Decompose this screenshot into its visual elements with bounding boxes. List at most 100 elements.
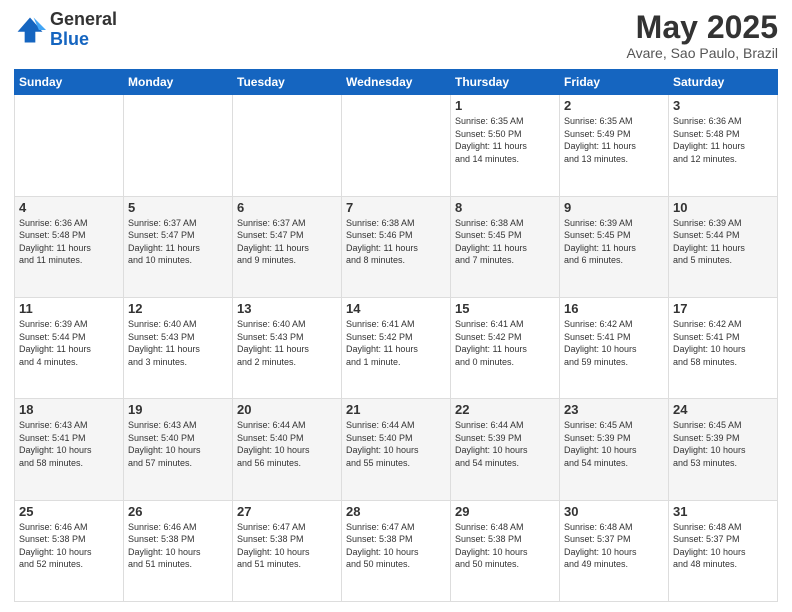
logo-icon <box>14 14 46 46</box>
calendar-day-cell: 24 Sunrise: 6:45 AM Sunset: 5:39 PM Dayli… <box>669 399 778 500</box>
calendar-day-cell: 8Sunrise: 6:38 AM Sunset: 5:45 PM Daylig… <box>451 196 560 297</box>
calendar-day-cell <box>342 95 451 196</box>
calendar-day-cell: 9 Sunrise: 6:39 AM Sunset: 5:45 PM Daylig… <box>560 196 669 297</box>
day-number: 8 <box>455 200 555 215</box>
day-info: Sunrise: 6:36 AM Sunset: 5:48 PM Dayligh… <box>19 217 119 267</box>
day-info: Sunrise: 6:44 AM Sunset: 5:40 PM Dayligh… <box>346 419 446 469</box>
day-info: Sunrise: 6:39 AM Sunset: 5:44 PM Dayligh… <box>19 318 119 368</box>
logo-line1: General <box>50 9 117 29</box>
day-number: 16 <box>564 301 664 316</box>
calendar-day-cell <box>233 95 342 196</box>
day-info: Sunrise: 6:48 AM Sunset: 5:37 PM Dayligh… <box>564 521 664 571</box>
logo-text: General Blue <box>50 10 117 50</box>
day-number: 2 <box>564 98 664 113</box>
calendar-day-cell: 5 Sunrise: 6:37 AM Sunset: 5:47 PM Daylig… <box>124 196 233 297</box>
calendar-day-cell: 7 Sunrise: 6:38 AM Sunset: 5:46 PM Daylig… <box>342 196 451 297</box>
day-number: 6 <box>237 200 337 215</box>
calendar-day-cell: 4 Sunrise: 6:36 AM Sunset: 5:48 PM Daylig… <box>15 196 124 297</box>
day-number: 24 <box>673 402 773 417</box>
logo: General Blue <box>14 10 117 50</box>
day-number: 9 <box>564 200 664 215</box>
calendar-subtitle: Avare, Sao Paulo, Brazil <box>627 45 779 61</box>
calendar-day-cell: 15Sunrise: 6:41 AM Sunset: 5:42 PM Dayli… <box>451 297 560 398</box>
day-info: Sunrise: 6:40 AM Sunset: 5:43 PM Dayligh… <box>128 318 228 368</box>
calendar-week-row: 1 Sunrise: 6:35 AM Sunset: 5:50 PM Daylig… <box>15 95 778 196</box>
calendar-day-cell: 12Sunrise: 6:40 AM Sunset: 5:43 PM Dayli… <box>124 297 233 398</box>
day-header: Tuesday <box>233 70 342 95</box>
day-info: Sunrise: 6:48 AM Sunset: 5:38 PM Dayligh… <box>455 521 555 571</box>
calendar-day-cell: 27 Sunrise: 6:47 AM Sunset: 5:38 PM Dayli… <box>233 500 342 601</box>
day-header: Monday <box>124 70 233 95</box>
day-number: 15 <box>455 301 555 316</box>
calendar-day-cell: 22Sunrise: 6:44 AM Sunset: 5:39 PM Dayli… <box>451 399 560 500</box>
day-header: Friday <box>560 70 669 95</box>
day-number: 29 <box>455 504 555 519</box>
day-number: 3 <box>673 98 773 113</box>
day-info: Sunrise: 6:45 AM Sunset: 5:39 PM Dayligh… <box>673 419 773 469</box>
day-number: 26 <box>128 504 228 519</box>
day-info: Sunrise: 6:39 AM Sunset: 5:44 PM Dayligh… <box>673 217 773 267</box>
day-header: Sunday <box>15 70 124 95</box>
calendar-day-cell: 17Sunrise: 6:42 AM Sunset: 5:41 PM Dayli… <box>669 297 778 398</box>
calendar-table: SundayMondayTuesdayWednesdayThursdayFrid… <box>14 69 778 602</box>
day-number: 14 <box>346 301 446 316</box>
calendar-day-cell: 23 Sunrise: 6:45 AM Sunset: 5:39 PM Dayli… <box>560 399 669 500</box>
day-number: 1 <box>455 98 555 113</box>
logo-line2: Blue <box>50 29 89 49</box>
calendar-day-cell: 3 Sunrise: 6:36 AM Sunset: 5:48 PM Daylig… <box>669 95 778 196</box>
calendar-day-cell: 28 Sunrise: 6:47 AM Sunset: 5:38 PM Dayli… <box>342 500 451 601</box>
calendar-day-cell: 26Sunrise: 6:46 AM Sunset: 5:38 PM Dayli… <box>124 500 233 601</box>
day-info: Sunrise: 6:42 AM Sunset: 5:41 PM Dayligh… <box>564 318 664 368</box>
calendar-title: May 2025 <box>627 10 779 45</box>
calendar-day-cell: 6Sunrise: 6:37 AM Sunset: 5:47 PM Daylig… <box>233 196 342 297</box>
day-info: Sunrise: 6:47 AM Sunset: 5:38 PM Dayligh… <box>346 521 446 571</box>
day-number: 27 <box>237 504 337 519</box>
day-info: Sunrise: 6:47 AM Sunset: 5:38 PM Dayligh… <box>237 521 337 571</box>
day-number: 30 <box>564 504 664 519</box>
day-info: Sunrise: 6:36 AM Sunset: 5:48 PM Dayligh… <box>673 115 773 165</box>
day-number: 18 <box>19 402 119 417</box>
day-info: Sunrise: 6:44 AM Sunset: 5:39 PM Dayligh… <box>455 419 555 469</box>
day-number: 21 <box>346 402 446 417</box>
calendar-week-row: 4 Sunrise: 6:36 AM Sunset: 5:48 PM Daylig… <box>15 196 778 297</box>
day-number: 11 <box>19 301 119 316</box>
calendar-day-cell: 14 Sunrise: 6:41 AM Sunset: 5:42 PM Dayli… <box>342 297 451 398</box>
calendar-day-cell: 10 Sunrise: 6:39 AM Sunset: 5:44 PM Dayli… <box>669 196 778 297</box>
header: General Blue May 2025 Avare, Sao Paulo, … <box>14 10 778 61</box>
calendar-day-cell: 18 Sunrise: 6:43 AM Sunset: 5:41 PM Dayli… <box>15 399 124 500</box>
title-block: May 2025 Avare, Sao Paulo, Brazil <box>627 10 779 61</box>
day-number: 5 <box>128 200 228 215</box>
calendar-day-cell: 25 Sunrise: 6:46 AM Sunset: 5:38 PM Dayli… <box>15 500 124 601</box>
day-number: 13 <box>237 301 337 316</box>
day-info: Sunrise: 6:41 AM Sunset: 5:42 PM Dayligh… <box>346 318 446 368</box>
calendar-day-cell: 19Sunrise: 6:43 AM Sunset: 5:40 PM Dayli… <box>124 399 233 500</box>
calendar-day-cell <box>15 95 124 196</box>
calendar-week-row: 25 Sunrise: 6:46 AM Sunset: 5:38 PM Dayli… <box>15 500 778 601</box>
day-number: 25 <box>19 504 119 519</box>
calendar-day-cell: 11 Sunrise: 6:39 AM Sunset: 5:44 PM Dayli… <box>15 297 124 398</box>
day-info: Sunrise: 6:45 AM Sunset: 5:39 PM Dayligh… <box>564 419 664 469</box>
day-number: 19 <box>128 402 228 417</box>
calendar-week-row: 11 Sunrise: 6:39 AM Sunset: 5:44 PM Dayli… <box>15 297 778 398</box>
day-number: 20 <box>237 402 337 417</box>
day-number: 23 <box>564 402 664 417</box>
day-header: Saturday <box>669 70 778 95</box>
day-info: Sunrise: 6:40 AM Sunset: 5:43 PM Dayligh… <box>237 318 337 368</box>
header-row: SundayMondayTuesdayWednesdayThursdayFrid… <box>15 70 778 95</box>
day-number: 10 <box>673 200 773 215</box>
calendar-day-cell: 29 Sunrise: 6:48 AM Sunset: 5:38 PM Dayli… <box>451 500 560 601</box>
day-info: Sunrise: 6:46 AM Sunset: 5:38 PM Dayligh… <box>19 521 119 571</box>
calendar-day-cell: 21 Sunrise: 6:44 AM Sunset: 5:40 PM Dayli… <box>342 399 451 500</box>
day-number: 28 <box>346 504 446 519</box>
calendar-day-cell: 16 Sunrise: 6:42 AM Sunset: 5:41 PM Dayli… <box>560 297 669 398</box>
day-info: Sunrise: 6:38 AM Sunset: 5:46 PM Dayligh… <box>346 217 446 267</box>
day-info: Sunrise: 6:35 AM Sunset: 5:50 PM Dayligh… <box>455 115 555 165</box>
day-info: Sunrise: 6:39 AM Sunset: 5:45 PM Dayligh… <box>564 217 664 267</box>
page: General Blue May 2025 Avare, Sao Paulo, … <box>0 0 792 612</box>
day-info: Sunrise: 6:43 AM Sunset: 5:41 PM Dayligh… <box>19 419 119 469</box>
calendar-day-cell: 1 Sunrise: 6:35 AM Sunset: 5:50 PM Daylig… <box>451 95 560 196</box>
calendar-day-cell: 20Sunrise: 6:44 AM Sunset: 5:40 PM Dayli… <box>233 399 342 500</box>
day-number: 7 <box>346 200 446 215</box>
day-info: Sunrise: 6:37 AM Sunset: 5:47 PM Dayligh… <box>128 217 228 267</box>
day-number: 4 <box>19 200 119 215</box>
